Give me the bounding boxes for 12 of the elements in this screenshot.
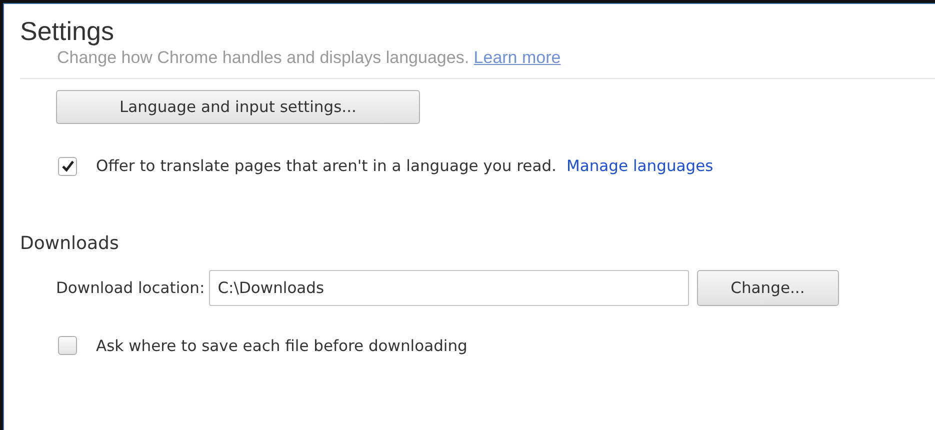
location-field[interactable]: C:\Downloads: [208, 270, 689, 306]
checkbox-label: Offer to translate pages that aren't in a language you read.: [96, 157, 556, 175]
faded-description: Change how Chrome handles and displays languages. Learn more: [57, 47, 561, 69]
page-title: Settings: [20, 15, 114, 48]
checkbox[interactable]: [58, 156, 77, 176]
manage-languages-link[interactable]: Manage languages: [566, 157, 714, 175]
checkbox-label: Ask where to save each file before downloading: [96, 336, 468, 354]
change-button[interactable]: Change...: [696, 270, 839, 306]
language-settings-button[interactable]: Language and input settings...: [56, 90, 420, 124]
checkbox[interactable]: [58, 336, 77, 355]
section-heading: Downloads: [20, 233, 120, 254]
field-label: Download location:: [56, 279, 205, 297]
